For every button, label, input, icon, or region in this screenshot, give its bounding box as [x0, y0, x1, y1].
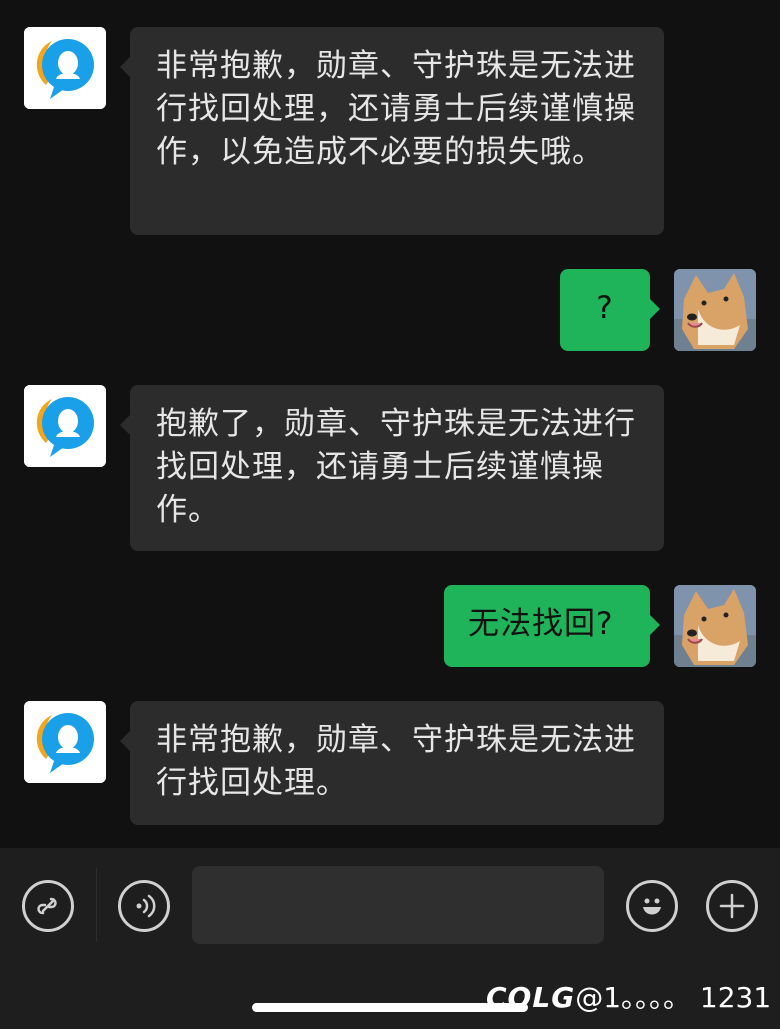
shiba-dog-icon — [674, 269, 756, 351]
bot-message-bubble[interactable]: 抱歉了，勋章、守护珠是无法进行找回处理，还请勇士后续谨慎操作。 — [120, 385, 664, 551]
watermark-handle: @1。。。。 1231 — [575, 981, 772, 1014]
user-message-bubble[interactable]: ? — [560, 269, 660, 351]
watermark: COLG@1。。。。 1231 — [486, 976, 772, 1016]
colg-logo: COLG — [486, 981, 576, 1014]
mini-program-icon[interactable] — [22, 880, 74, 932]
smiley-face-icon — [643, 898, 661, 915]
voice-icon[interactable] — [118, 880, 170, 932]
qq-service-logo-icon — [24, 27, 106, 109]
bot-message-bubble[interactable]: 非常抱歉，勋章、守护珠是无法进行找回处理。 — [120, 701, 664, 825]
shiba-dog-avatar[interactable] — [674, 269, 756, 351]
bot-message-bubble[interactable]: 非常抱歉，勋章、守护珠是无法进行找回处理，还请勇士后续谨慎操作，以免造成不必要的… — [120, 27, 664, 235]
link-icon — [37, 897, 57, 915]
emoji-icon[interactable] — [626, 880, 678, 932]
customer-service-avatar[interactable] — [24, 701, 106, 783]
add-icon — [719, 893, 745, 919]
message-input[interactable] — [192, 866, 604, 944]
qq-service-logo-icon — [24, 385, 106, 467]
chat-message-list[interactable]: 非常抱歉，勋章、守护珠是无法进行找回处理，还请勇士后续谨慎操作，以免造成不必要的… — [0, 0, 780, 848]
qq-service-logo-icon — [24, 701, 106, 783]
user-message-bubble[interactable]: 无法找回? — [444, 585, 660, 667]
voice-wave-icon — [136, 894, 156, 918]
toolbar-divider — [96, 868, 97, 942]
customer-service-avatar[interactable] — [24, 27, 106, 109]
shiba-dog-icon — [674, 585, 756, 667]
shiba-dog-avatar[interactable] — [674, 585, 756, 667]
plus-icon[interactable] — [706, 880, 758, 932]
customer-service-avatar[interactable] — [24, 385, 106, 467]
